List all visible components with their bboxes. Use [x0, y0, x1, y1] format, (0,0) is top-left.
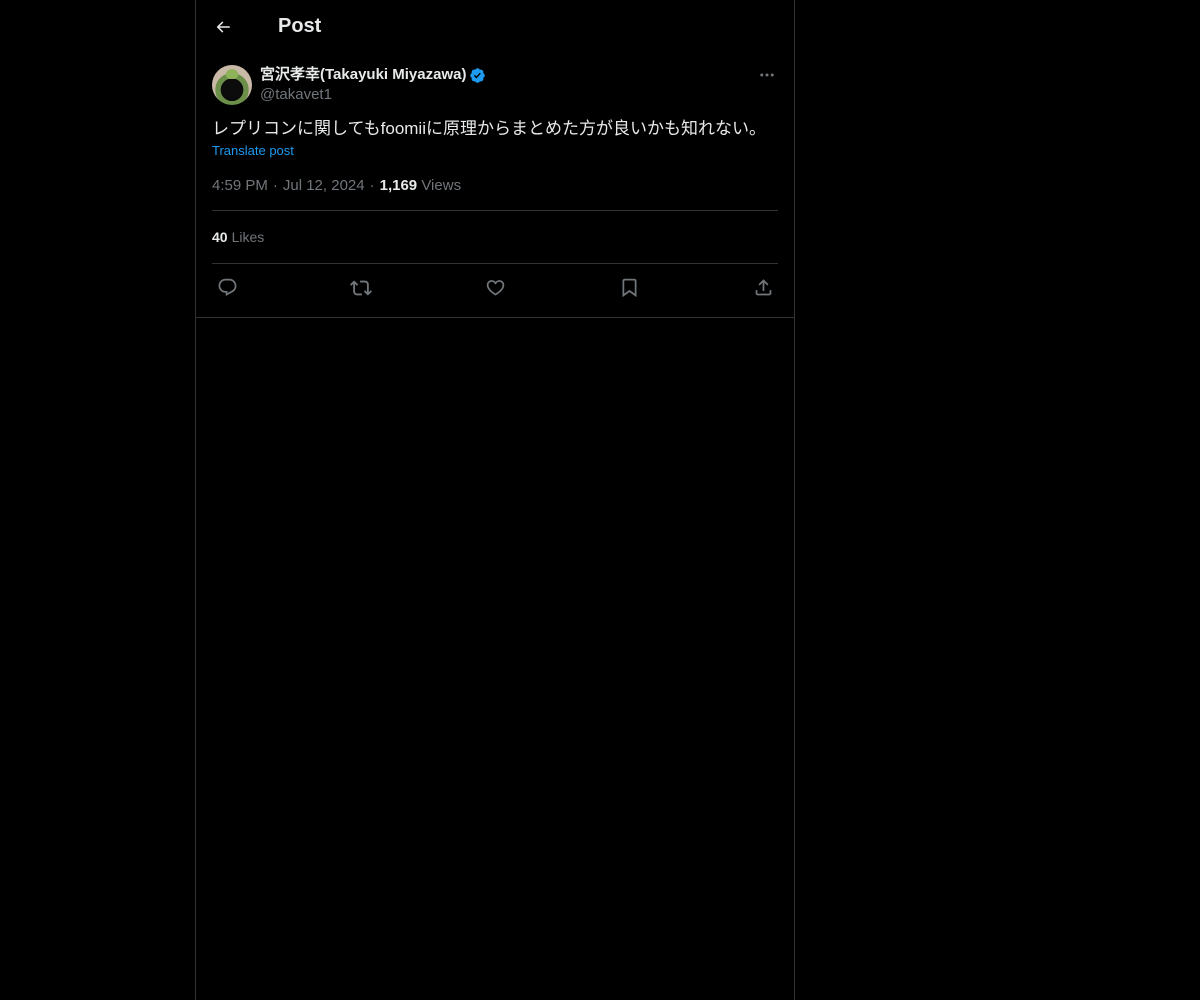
- bookmark-button[interactable]: [618, 277, 640, 299]
- avatar[interactable]: [212, 65, 252, 105]
- views-label: Views: [421, 177, 462, 194]
- repost-button[interactable]: [350, 277, 372, 299]
- author-display-name[interactable]: 宮沢孝幸(Takayuki Miyazawa): [260, 65, 466, 85]
- arrow-left-icon: [214, 18, 232, 36]
- author-handle[interactable]: @takavet1: [260, 85, 486, 105]
- post-stats: 40 Likes: [212, 211, 778, 264]
- display-name-line: 宮沢孝幸(Takayuki Miyazawa): [260, 65, 486, 85]
- meta-separator: ·: [272, 177, 278, 194]
- share-icon: [753, 277, 774, 298]
- likes-count[interactable]: 40: [212, 229, 228, 245]
- post-text: レプリコンに関してもfoomiiに原理からまとめた方が良いかも知れない。: [212, 119, 766, 138]
- page-title: Post: [278, 15, 322, 37]
- likes-label[interactable]: Likes: [232, 229, 265, 245]
- author-row: 宮沢孝幸(Takayuki Miyazawa) @takavet1: [212, 65, 778, 105]
- repost-icon: [350, 277, 372, 299]
- author-names: 宮沢孝幸(Takayuki Miyazawa) @takavet1: [260, 65, 486, 105]
- translate-post-link[interactable]: Translate post: [212, 143, 294, 158]
- verified-badge-icon: [469, 67, 486, 84]
- share-button[interactable]: [752, 277, 774, 299]
- meta-separator: ·: [369, 177, 375, 194]
- post-meta: 4:59 PM · Jul 12, 2024 · 1,169 Views: [212, 177, 778, 211]
- reply-icon: [217, 277, 238, 298]
- back-button[interactable]: [206, 10, 240, 44]
- post-bottom-divider: [196, 317, 794, 318]
- views-count: 1,169: [379, 177, 418, 194]
- heart-icon: [485, 277, 506, 298]
- more-options-button[interactable]: [756, 65, 778, 85]
- post-detail-column: Post 宮沢孝幸(Takayuki Miyazawa) @takavet1 レ…: [195, 0, 795, 1000]
- action-bar: [212, 264, 778, 311]
- bookmark-icon: [619, 277, 640, 298]
- like-button[interactable]: [484, 277, 506, 299]
- post-time[interactable]: 4:59 PM: [212, 177, 268, 194]
- reply-button[interactable]: [216, 277, 238, 299]
- post: 宮沢孝幸(Takayuki Miyazawa) @takavet1 レプリコンに…: [196, 53, 794, 311]
- more-dots-icon: [758, 66, 776, 84]
- post-date[interactable]: Jul 12, 2024: [283, 177, 365, 194]
- page-header: Post: [196, 0, 794, 53]
